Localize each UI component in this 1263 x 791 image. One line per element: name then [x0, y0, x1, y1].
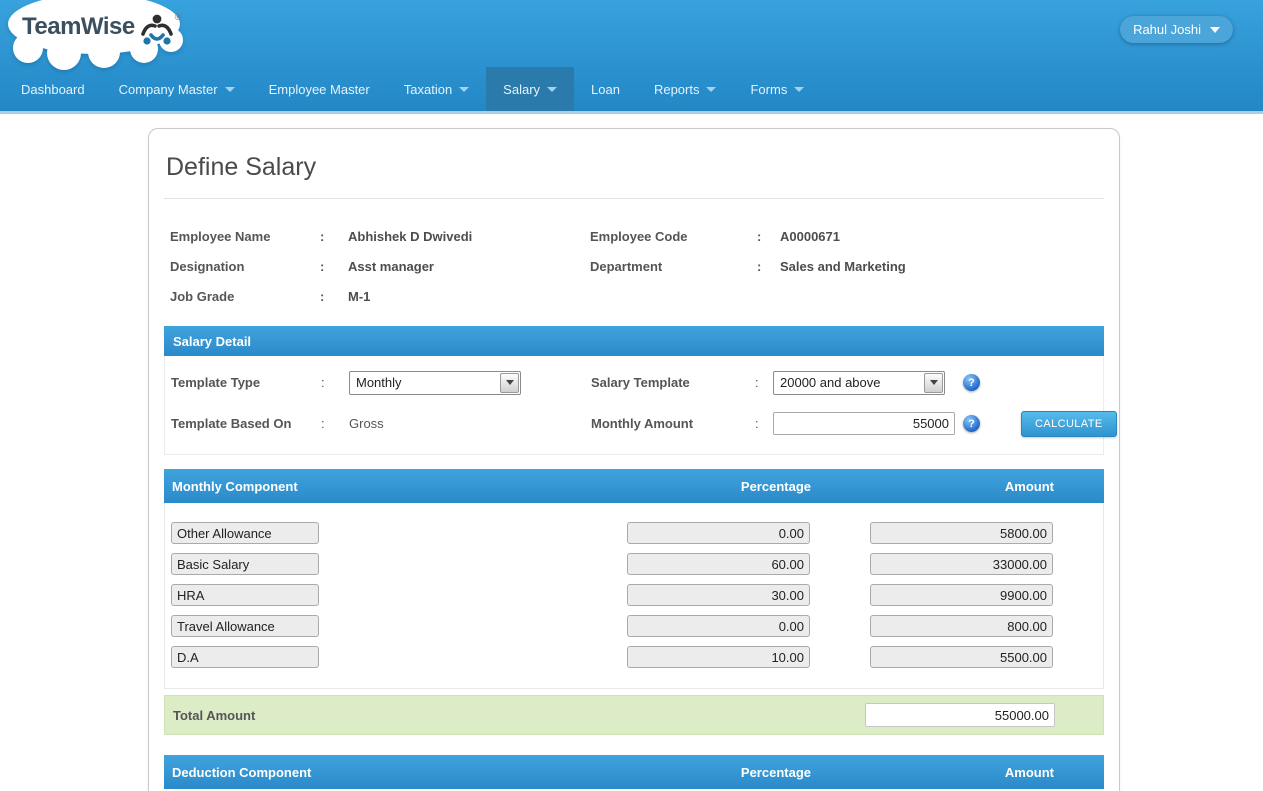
- total-amount-label: Total Amount: [173, 708, 622, 723]
- table-row: [171, 646, 1053, 668]
- nav-item-dashboard[interactable]: Dashboard: [4, 67, 102, 111]
- person-icon: [140, 14, 174, 46]
- table-row: [171, 584, 1053, 606]
- component-percentage-input: [627, 615, 810, 637]
- section-gap: [164, 735, 1104, 755]
- employee-code-label: Employee Code: [590, 229, 757, 244]
- department-label: Department: [590, 259, 757, 274]
- salary-template-label: Salary Template: [591, 375, 755, 390]
- component-amount-input: [870, 553, 1053, 575]
- chevron-down-icon: [500, 373, 519, 393]
- table-row: [171, 553, 1053, 575]
- job-grade-label: Job Grade: [170, 289, 320, 304]
- template-type-select[interactable]: Monthly: [349, 371, 521, 395]
- component-amount-input: [870, 522, 1053, 544]
- component-name-input: [171, 646, 319, 668]
- component-name-input: [171, 615, 319, 637]
- monthly-amount-label: Monthly Amount: [591, 416, 755, 431]
- component-amount-input: [870, 615, 1053, 637]
- amount-column-header: Amount: [871, 479, 1054, 494]
- logo-text: TeamWise: [22, 12, 135, 42]
- chevron-down-icon: [225, 87, 235, 92]
- salary-detail-form: Template Type : Monthly Salary Template …: [164, 356, 1104, 455]
- department-value: Sales and Marketing: [780, 259, 1104, 274]
- component-percentage-input: [627, 522, 810, 544]
- user-menu[interactable]: Rahul Joshi: [1120, 16, 1233, 43]
- monthly-component-rows: [164, 503, 1104, 689]
- percentage-column-header: Percentage: [628, 765, 811, 780]
- chevron-down-icon: [924, 373, 943, 393]
- component-percentage-input: [627, 646, 810, 668]
- component-name-input: [171, 522, 319, 544]
- nav-item-loan[interactable]: Loan: [574, 67, 637, 111]
- table-row: [171, 522, 1053, 544]
- nav-item-employee-master[interactable]: Employee Master: [252, 67, 387, 111]
- percentage-column-header: Percentage: [628, 479, 811, 494]
- component-amount-input: [870, 646, 1053, 668]
- salary-template-select[interactable]: 20000 and above: [773, 371, 945, 395]
- designation-value: Asst manager: [348, 259, 590, 274]
- employee-info: Employee Name : Abhishek D Dwivedi Emplo…: [164, 199, 1104, 314]
- page-title: Define Salary: [166, 153, 1104, 182]
- chevron-down-icon: [459, 87, 469, 92]
- employee-code-value: A0000671: [780, 229, 1104, 244]
- registered-mark: ®: [175, 12, 182, 22]
- monthly-component-header: Monthly Component Percentage Amount: [164, 469, 1104, 503]
- monthly-amount-input[interactable]: [773, 412, 955, 435]
- employee-name-label: Employee Name: [170, 229, 320, 244]
- main-navigation: Dashboard Company Master Employee Master…: [0, 67, 1263, 111]
- template-type-label: Template Type: [171, 375, 321, 390]
- template-based-on-label: Template Based On: [171, 416, 321, 431]
- template-based-on-value: Gross: [349, 416, 525, 431]
- amount-column-header: Amount: [871, 765, 1054, 780]
- teamwise-logo[interactable]: TeamWise ®: [6, 0, 186, 72]
- nav-item-salary[interactable]: Salary: [486, 67, 574, 111]
- component-percentage-input: [627, 584, 810, 606]
- top-header: TeamWise ® Rahul Joshi Dashboard Company…: [0, 0, 1263, 114]
- employee-name-value: Abhishek D Dwivedi: [348, 229, 590, 244]
- nav-item-reports[interactable]: Reports: [637, 67, 734, 111]
- total-amount-input[interactable]: [865, 703, 1055, 727]
- job-grade-value: M-1: [348, 289, 590, 304]
- component-percentage-input: [627, 553, 810, 575]
- help-icon[interactable]: ?: [963, 415, 980, 432]
- chevron-down-icon: [1210, 27, 1220, 33]
- component-name-input: [171, 553, 319, 575]
- monthly-component-title: Monthly Component: [172, 479, 320, 494]
- component-amount-input: [870, 584, 1053, 606]
- deduction-component-header: Deduction Component Percentage Amount: [164, 755, 1104, 789]
- salary-detail-header: Salary Detail: [164, 326, 1104, 356]
- calculate-button[interactable]: CALCULATE: [1021, 411, 1117, 437]
- nav-item-company-master[interactable]: Company Master: [102, 67, 252, 111]
- table-row: [171, 615, 1053, 637]
- deduction-component-title: Deduction Component: [172, 765, 320, 780]
- component-name-input: [171, 584, 319, 606]
- nav-item-taxation[interactable]: Taxation: [387, 67, 486, 111]
- user-name: Rahul Joshi: [1133, 22, 1201, 37]
- designation-label: Designation: [170, 259, 320, 274]
- total-amount-row: Total Amount: [164, 695, 1104, 735]
- chevron-down-icon: [547, 87, 557, 92]
- help-icon[interactable]: ?: [963, 374, 980, 391]
- chevron-down-icon: [794, 87, 804, 92]
- chevron-down-icon: [706, 87, 716, 92]
- define-salary-card: Define Salary Employee Name : Abhishek D…: [148, 128, 1120, 791]
- nav-item-forms[interactable]: Forms: [733, 67, 821, 111]
